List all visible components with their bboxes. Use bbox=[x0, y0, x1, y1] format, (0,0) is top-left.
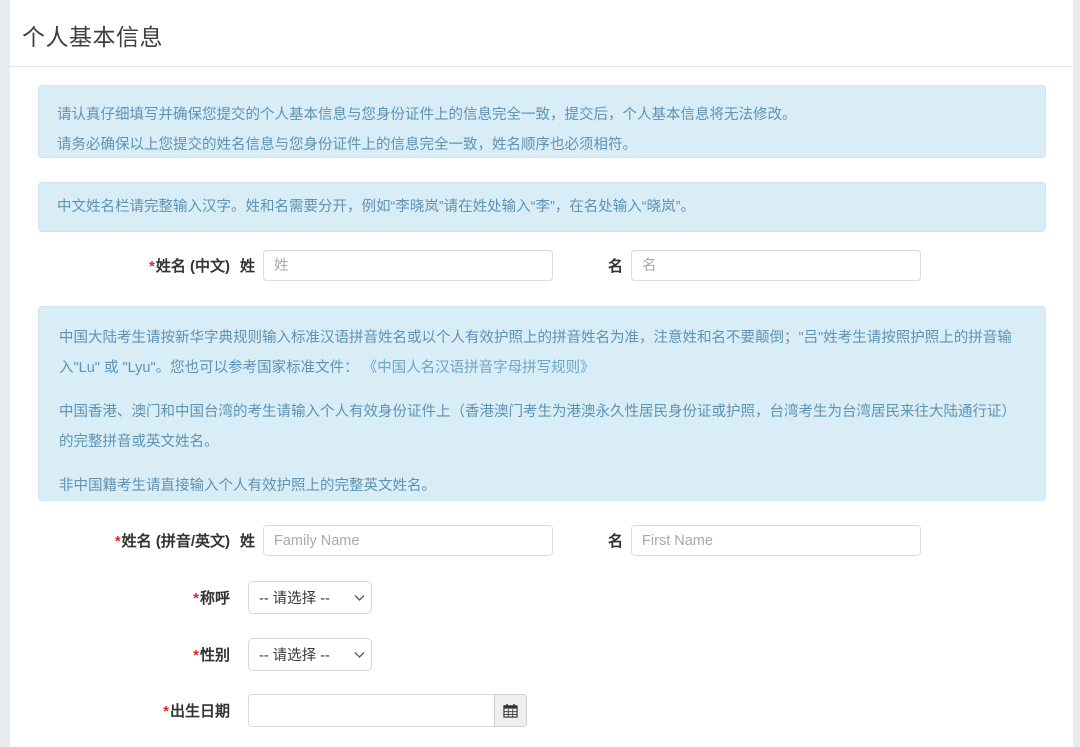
salutation-selected-value: -- 请选择 -- bbox=[259, 587, 330, 608]
content-area: 个人基本信息 请认真仔细填写并确保您提交的个人基本信息与您身份证件上的信息完全一… bbox=[10, 0, 1073, 747]
gender-selected-value: -- 请选择 -- bbox=[259, 644, 330, 665]
required-marker: * bbox=[163, 703, 169, 720]
label-birthdate-text: 出生日期 bbox=[170, 703, 230, 720]
birthdate-input[interactable] bbox=[248, 694, 495, 727]
label-surname-pinyin: 姓 bbox=[240, 530, 255, 551]
label-given-cn: 名 bbox=[608, 255, 623, 276]
gender-select[interactable]: -- 请选择 -- bbox=[248, 638, 372, 671]
form-row-salutation: *称呼 -- 请选择 -- bbox=[10, 581, 1073, 614]
chevron-down-icon bbox=[354, 592, 365, 604]
alert-chinese-name-line1: 中文姓名栏请完整输入汉字。姓和名需要分开，例如“李晓岚”请在姓处输入“李”，在名… bbox=[57, 192, 1027, 222]
alert-chinese-name-notice: 中文姓名栏请完整输入汉字。姓和名需要分开，例如“李晓岚”请在姓处输入“李”，在名… bbox=[38, 182, 1046, 232]
label-gender-text: 性别 bbox=[200, 647, 230, 664]
form-row-name-cn: *姓名 (中文) 姓 名 bbox=[10, 250, 1073, 281]
label-salutation-text: 称呼 bbox=[200, 590, 230, 607]
given-name-cn-input[interactable] bbox=[631, 250, 921, 281]
alert-pinyin-notice: 中国大陆考生请按新华字典规则输入标准汉语拼音姓名或以个人有效护照上的拼音姓名为准… bbox=[38, 306, 1046, 501]
label-birthdate: *出生日期 bbox=[10, 700, 240, 721]
alert-main-notice: 请认真仔细填写并确保您提交的个人基本信息与您身份证件上的信息完全一致，提交后，个… bbox=[38, 85, 1046, 158]
calendar-icon-button[interactable] bbox=[494, 694, 527, 727]
required-marker: * bbox=[115, 533, 121, 550]
alert-pinyin-para3: 非中国籍考生请直接输入个人有效护照上的完整英文姓名。 bbox=[59, 471, 1025, 501]
surname-cn-input[interactable] bbox=[263, 250, 553, 281]
alert-pinyin-para2: 中国香港、澳门和中国台湾的考生请输入个人有效身份证件上（香港澳门考生为港澳永久性… bbox=[59, 397, 1025, 457]
label-name-pinyin: *姓名 (拼音/英文) bbox=[10, 530, 240, 551]
birthdate-field-group bbox=[248, 694, 527, 727]
label-salutation: *称呼 bbox=[10, 587, 240, 608]
surname-pinyin-input[interactable] bbox=[263, 525, 553, 556]
required-marker: * bbox=[193, 590, 199, 607]
label-name-cn: *姓名 (中文) bbox=[10, 255, 240, 276]
label-name-cn-text: 姓名 (中文) bbox=[156, 258, 230, 275]
title-divider bbox=[10, 66, 1073, 67]
salutation-select[interactable]: -- 请选择 -- bbox=[248, 581, 372, 614]
label-gender: *性别 bbox=[10, 644, 240, 665]
form-row-gender: *性别 -- 请选择 -- bbox=[10, 638, 1073, 671]
required-marker: * bbox=[149, 258, 155, 275]
form-row-birthdate: *出生日期 bbox=[10, 694, 1073, 727]
alert-main-notice-line1: 请认真仔细填写并确保您提交的个人基本信息与您身份证件上的信息完全一致，提交后，个… bbox=[57, 100, 1027, 130]
label-name-pinyin-text: 姓名 (拼音/英文) bbox=[122, 533, 230, 550]
page-root: 个人基本信息 请认真仔细填写并确保您提交的个人基本信息与您身份证件上的信息完全一… bbox=[0, 0, 1080, 747]
label-given-pinyin: 名 bbox=[608, 530, 623, 551]
page-title: 个人基本信息 bbox=[10, 0, 1073, 66]
given-name-pinyin-input[interactable] bbox=[631, 525, 921, 556]
chevron-down-icon bbox=[354, 649, 365, 661]
pinyin-standard-link[interactable]: 《中国人名汉语拼音字母拼写规则》 bbox=[363, 360, 595, 376]
required-marker: * bbox=[193, 647, 199, 664]
alert-main-notice-line2: 请务必确保以上您提交的姓名信息与您身份证件上的信息完全一致，姓名顺序也必须相符。 bbox=[57, 130, 1027, 160]
calendar-icon bbox=[503, 703, 518, 718]
label-surname-cn: 姓 bbox=[240, 255, 255, 276]
form-row-name-pinyin: *姓名 (拼音/英文) 姓 名 bbox=[10, 525, 1073, 556]
alert-pinyin-para1: 中国大陆考生请按新华字典规则输入标准汉语拼音姓名或以个人有效护照上的拼音姓名为准… bbox=[59, 323, 1025, 383]
